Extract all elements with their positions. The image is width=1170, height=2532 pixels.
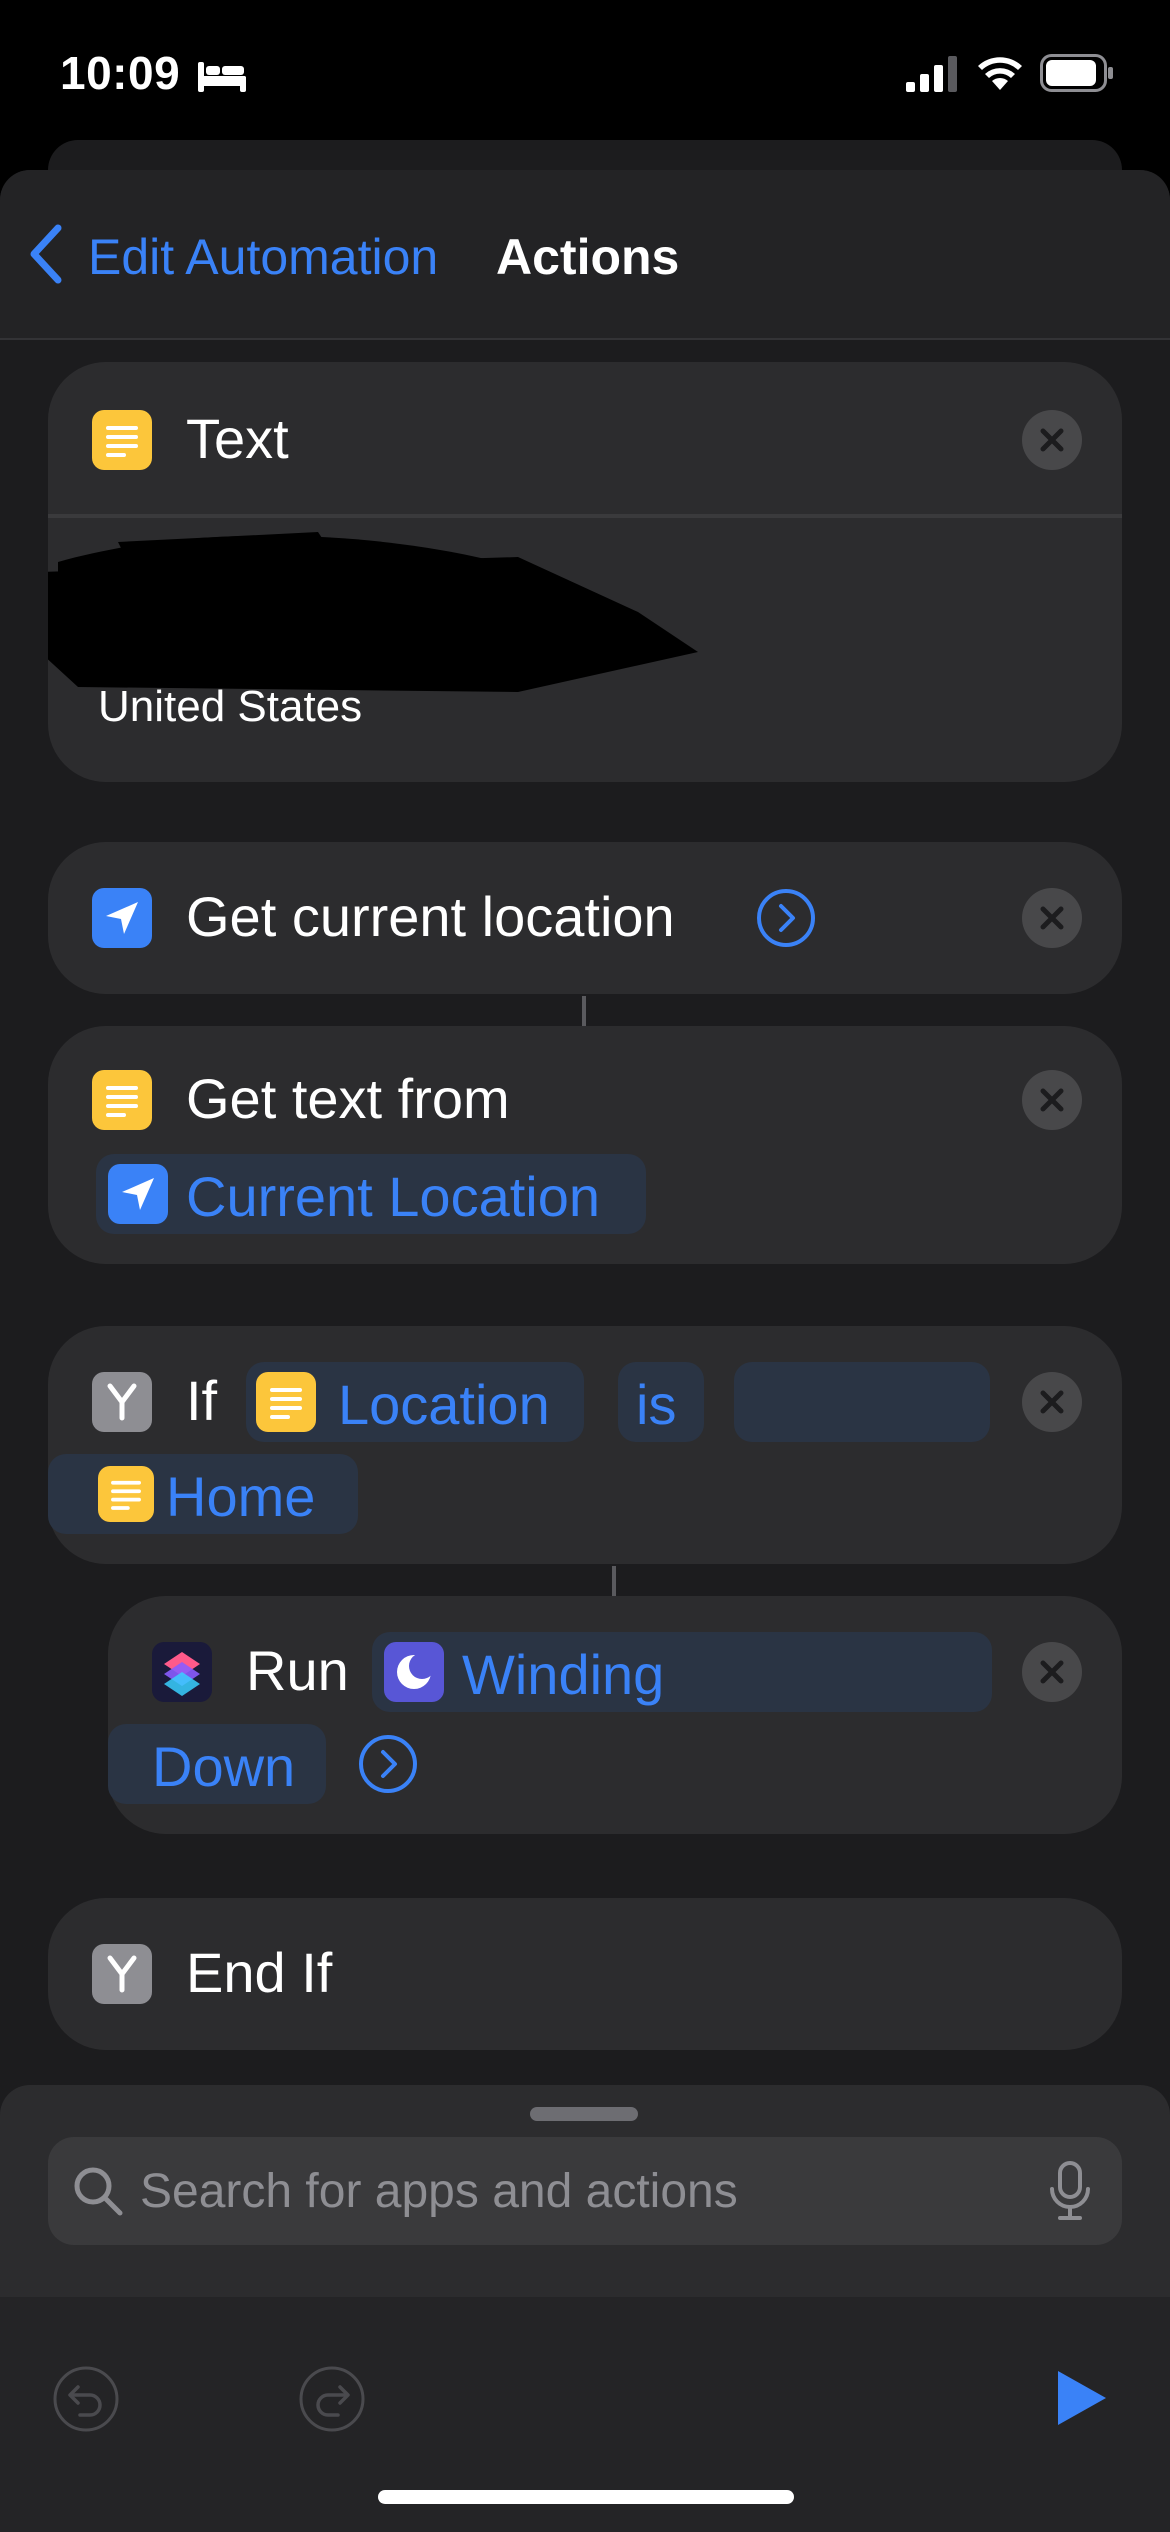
end-if-title: End If <box>186 1941 333 2004</box>
end-if-action-card[interactable]: End If <box>48 1898 1122 2050</box>
branch-icon <box>92 1944 152 2004</box>
text-lines-icon <box>92 1070 152 1130</box>
navigation-bar: Edit Automation Actions <box>0 170 1170 340</box>
condition-empty-field[interactable] <box>734 1362 990 1442</box>
location-arrow-icon <box>92 888 152 948</box>
home-variable-chip[interactable]: Home <box>48 1454 358 1534</box>
search-input[interactable] <box>140 2161 1000 2221</box>
chevron-left-icon[interactable] <box>26 222 66 286</box>
wifi-icon <box>978 57 1022 90</box>
text-lines-icon <box>92 410 152 470</box>
moon-icon <box>384 1642 444 1702</box>
status-bar: 10:09 <box>0 0 1170 150</box>
get-text-action-card[interactable]: Get text from Current Location <box>48 1026 1122 1264</box>
remove-get-text-button[interactable] <box>1022 1070 1082 1130</box>
get-location-action-card[interactable]: Get current location <box>48 842 1122 994</box>
flow-connector <box>612 1566 616 1596</box>
condition-operator-chip[interactable]: is <box>618 1362 704 1442</box>
back-button[interactable]: Edit Automation <box>88 228 438 286</box>
remove-get-location-button[interactable] <box>1022 888 1082 948</box>
status-time: 10:09 <box>60 47 181 99</box>
shortcuts-icon <box>152 1642 212 1702</box>
current-location-variable-chip[interactable]: Current Location <box>96 1154 646 1234</box>
shortcut-name-line1: Winding <box>462 1643 665 1706</box>
remove-run-button[interactable] <box>1022 1642 1082 1702</box>
remove-if-button[interactable] <box>1022 1372 1082 1432</box>
cellular-signal-icon <box>906 56 957 92</box>
current-location-variable-label: Current Location <box>186 1165 601 1228</box>
page-title: Actions <box>496 229 680 285</box>
text-lines-icon <box>98 1466 154 1522</box>
sheet-grabber[interactable] <box>530 2107 638 2121</box>
chevron-right-circle-icon[interactable] <box>358 1734 418 1794</box>
play-icon[interactable] <box>1054 2367 1110 2429</box>
text-action-body[interactable]: United States <box>98 682 362 732</box>
if-keyword: If <box>186 1369 218 1432</box>
winding-down-shortcut-chip[interactable]: Winding <box>372 1632 992 1712</box>
action-search-sheet <box>0 2085 1170 2532</box>
condition-operator-label: is <box>636 1373 677 1436</box>
redo-icon[interactable] <box>298 2365 366 2433</box>
microphone-icon[interactable] <box>1048 2161 1092 2221</box>
shortcut-name-line2: Down <box>152 1735 296 1798</box>
text-action-card[interactable]: Text United States <box>48 362 1122 782</box>
branch-icon <box>92 1372 152 1432</box>
location-variable-chip[interactable]: Location <box>246 1362 584 1442</box>
text-action-title: Text <box>186 407 289 470</box>
get-location-title: Get current location <box>186 885 675 948</box>
winding-down-shortcut-chip-continued[interactable]: Down <box>108 1724 326 1804</box>
redaction-scribble <box>48 532 698 692</box>
battery-icon <box>1040 54 1113 92</box>
remove-text-action-button[interactable] <box>1022 410 1082 470</box>
run-shortcut-action-card[interactable]: Run Winding Down <box>108 1596 1122 1834</box>
home-variable-label: Home <box>166 1465 316 1528</box>
if-action-card[interactable]: If Location is Home <box>48 1326 1122 1564</box>
search-icon <box>74 2167 123 2216</box>
home-indicator[interactable] <box>378 2490 794 2504</box>
text-lines-icon <box>256 1372 316 1432</box>
sleep-bed-icon <box>198 62 246 92</box>
flow-connector <box>582 996 586 1026</box>
get-text-title: Get text from <box>186 1067 510 1130</box>
undo-icon[interactable] <box>52 2365 120 2433</box>
location-arrow-icon <box>108 1164 168 1224</box>
run-keyword: Run <box>246 1639 349 1702</box>
chevron-right-circle-icon[interactable] <box>756 888 816 948</box>
search-field[interactable] <box>48 2137 1122 2245</box>
location-variable-label: Location <box>338 1373 550 1436</box>
